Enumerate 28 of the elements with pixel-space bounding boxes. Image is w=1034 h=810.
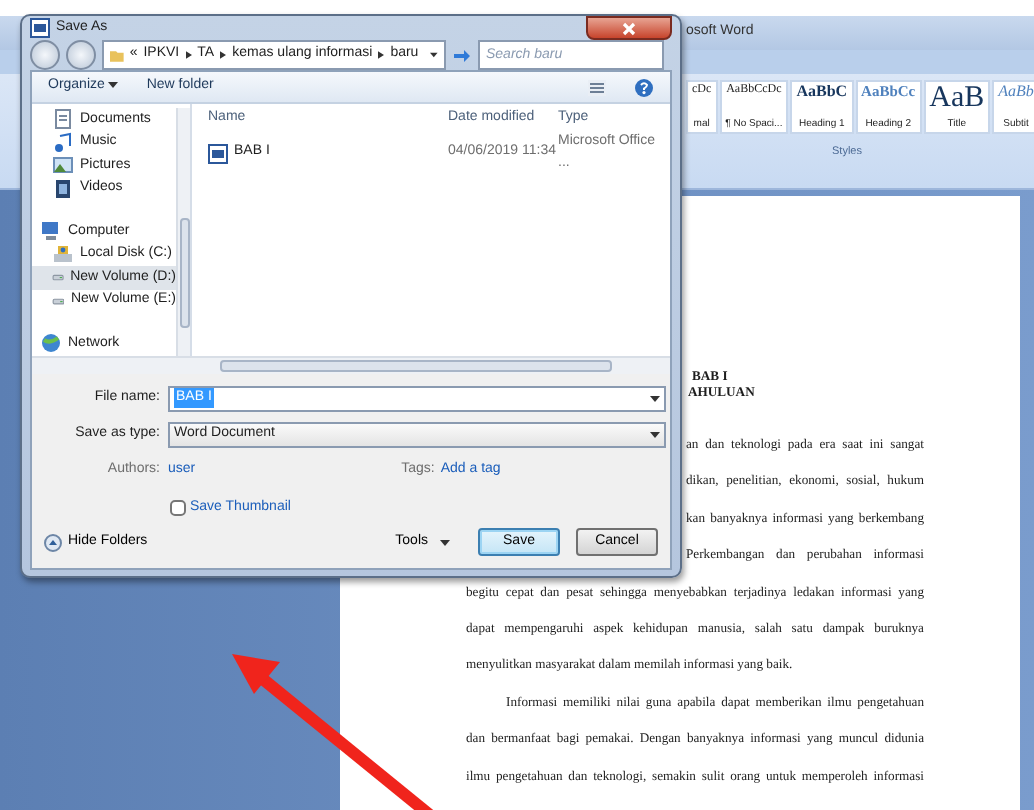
chevron-icon (185, 50, 192, 60)
picture-icon (52, 154, 74, 177)
chevron-icon (378, 50, 385, 60)
chevron-icon (220, 50, 227, 60)
film-icon (52, 177, 74, 200)
folder-icon (110, 46, 124, 64)
caret-icon (108, 81, 119, 88)
disk-drive-icon (52, 243, 74, 266)
close-button[interactable] (586, 16, 672, 40)
document-icon (208, 143, 228, 163)
back-button[interactable] (30, 40, 60, 70)
caret-icon (650, 431, 660, 437)
music-note-icon (52, 131, 74, 154)
close-icon (622, 21, 636, 35)
caret-icon (440, 539, 450, 545)
forward-button[interactable] (66, 40, 96, 70)
chevron-up-icon (44, 533, 62, 551)
help-icon (634, 77, 654, 97)
document-icon (30, 18, 50, 38)
scrollbar[interactable] (32, 356, 670, 374)
refresh-icon (452, 47, 472, 63)
scrollbar[interactable] (176, 108, 190, 356)
globe-icon (40, 332, 62, 355)
thumbnail-checkbox[interactable] (170, 500, 186, 516)
monitor-icon (40, 220, 62, 243)
document-icon (52, 108, 74, 131)
view-icon (588, 79, 606, 95)
caret-icon (650, 395, 660, 401)
